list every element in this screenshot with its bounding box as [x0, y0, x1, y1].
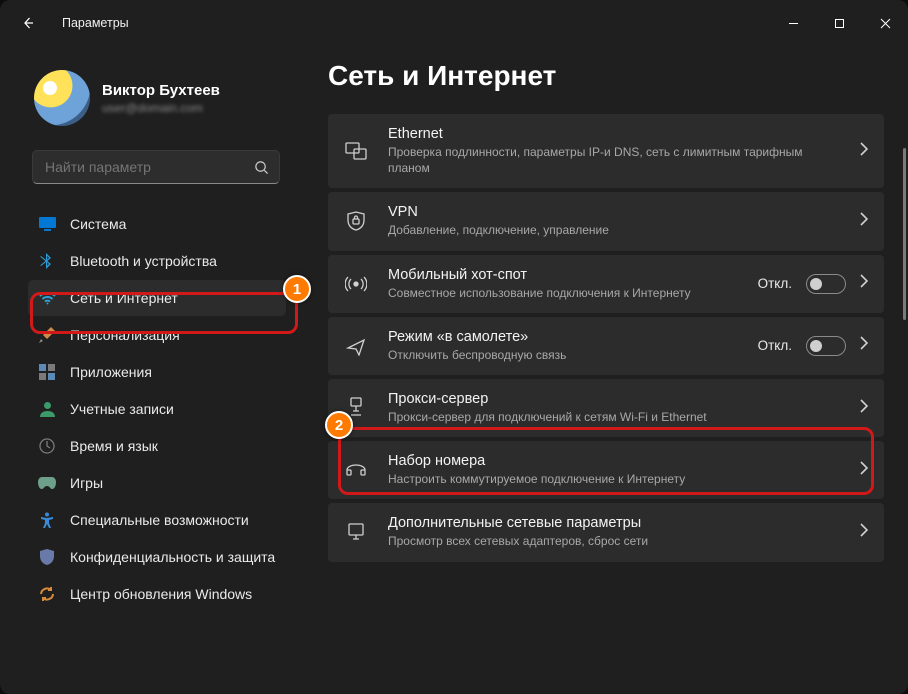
chevron-right-icon [860, 336, 868, 355]
card-subtitle: Совместное использование подключения к И… [388, 285, 740, 301]
sidebar-item-label: Bluetooth и устройства [70, 253, 217, 269]
arrow-left-icon [20, 15, 36, 31]
main-content: Сеть и Интернет Ethernet Проверка подлин… [300, 46, 908, 694]
sidebar-item-label: Время и язык [70, 438, 158, 454]
wifi-icon [38, 289, 56, 307]
sidebar-item-privacy[interactable]: Конфиденциальность и защита [28, 539, 286, 575]
card-title: Прокси-сервер [388, 391, 842, 407]
card-title: Набор номера [388, 453, 842, 469]
sidebar-item-label: Учетные записи [70, 401, 174, 417]
close-icon [880, 18, 891, 29]
sidebar-item-label: Система [70, 216, 126, 232]
sidebar-item-label: Конфиденциальность и защита [70, 549, 275, 565]
monitor-icon [38, 215, 56, 233]
chevron-right-icon [860, 142, 868, 161]
chevron-right-icon [860, 461, 868, 480]
card-title: Режим «в самолете» [388, 329, 740, 345]
ethernet-icon [342, 142, 370, 160]
card-title: Мобильный хот-спот [388, 267, 740, 283]
avatar [34, 70, 90, 126]
card-vpn[interactable]: VPN Добавление, подключение, управление [328, 192, 884, 250]
sidebar-item-windows-update[interactable]: Центр обновления Windows [28, 576, 286, 612]
search-icon [254, 160, 269, 175]
paintbrush-icon [38, 326, 56, 344]
person-icon [38, 400, 56, 418]
card-dialup[interactable]: Набор номера Настроить коммутируемое под… [328, 441, 884, 499]
maximize-icon [834, 18, 845, 29]
profile-name: Виктор Бухтеев [102, 82, 220, 99]
shield-lock-icon [342, 211, 370, 231]
sidebar: Виктор Бухтеев user@domain.com Система B… [0, 46, 300, 694]
chevron-right-icon [860, 274, 868, 293]
shield-icon [38, 548, 56, 566]
search-input[interactable] [45, 159, 254, 175]
sidebar-nav: Система Bluetooth и устройства Сеть и Ин… [0, 200, 300, 612]
minimize-button[interactable] [770, 7, 816, 39]
card-subtitle: Отключить беспроводную связь [388, 347, 740, 363]
clock-globe-icon [38, 437, 56, 455]
sidebar-item-personalization[interactable]: Персонализация [28, 317, 286, 353]
refresh-icon [38, 585, 56, 603]
page-title: Сеть и Интернет [328, 60, 884, 92]
advanced-network-icon [342, 522, 370, 542]
accessibility-icon [38, 511, 56, 529]
airplane-toggle[interactable] [806, 336, 846, 356]
toggle-label: Откл. [758, 338, 792, 353]
card-subtitle: Настроить коммутируемое подключение к Ин… [388, 471, 842, 487]
profile-block[interactable]: Виктор Бухтеев user@domain.com [0, 56, 300, 148]
card-title: Ethernet [388, 126, 842, 142]
sidebar-item-accounts[interactable]: Учетные записи [28, 391, 286, 427]
sidebar-item-label: Игры [70, 475, 103, 491]
sidebar-item-label: Центр обновления Windows [70, 586, 252, 602]
card-ethernet[interactable]: Ethernet Проверка подлинности, параметры… [328, 114, 884, 188]
sidebar-item-system[interactable]: Система [28, 206, 286, 242]
dialup-icon [342, 462, 370, 478]
sidebar-item-gaming[interactable]: Игры [28, 465, 286, 501]
card-subtitle: Просмотр всех сетевых адаптеров, сброс с… [388, 533, 842, 549]
window-caption-buttons [770, 7, 908, 39]
sidebar-item-time-language[interactable]: Время и язык [28, 428, 286, 464]
sidebar-item-label: Персонализация [70, 327, 180, 343]
proxy-icon [342, 397, 370, 419]
card-hotspot[interactable]: Мобильный хот-спот Совместное использова… [328, 255, 884, 313]
chevron-right-icon [860, 212, 868, 231]
close-button[interactable] [862, 7, 908, 39]
scrollbar-thumb[interactable] [903, 148, 906, 320]
card-airplane-mode[interactable]: Режим «в самолете» Отключить беспроводну… [328, 317, 884, 375]
card-advanced-network[interactable]: Дополнительные сетевые параметры Просмот… [328, 503, 884, 561]
gamepad-icon [38, 474, 56, 492]
card-title: VPN [388, 204, 842, 220]
hotspot-icon [342, 275, 370, 293]
sidebar-item-accessibility[interactable]: Специальные возможности [28, 502, 286, 538]
card-subtitle: Прокси-сервер для подключений к сетям Wi… [388, 409, 842, 425]
card-title: Дополнительные сетевые параметры [388, 515, 842, 531]
app-title: Параметры [62, 16, 129, 30]
sidebar-item-label: Сеть и Интернет [70, 290, 178, 306]
back-button[interactable] [12, 7, 44, 39]
card-subtitle: Проверка подлинности, параметры IP-и DNS… [388, 144, 842, 176]
sidebar-item-label: Приложения [70, 364, 152, 380]
titlebar: Параметры [0, 0, 908, 46]
minimize-icon [788, 18, 799, 29]
card-proxy[interactable]: Прокси-сервер Прокси-сервер для подключе… [328, 379, 884, 437]
airplane-icon [342, 336, 370, 356]
toggle-label: Откл. [758, 276, 792, 291]
bluetooth-icon [38, 252, 56, 270]
apps-icon [38, 363, 56, 381]
chevron-right-icon [860, 523, 868, 542]
sidebar-item-apps[interactable]: Приложения [28, 354, 286, 390]
chevron-right-icon [860, 399, 868, 418]
profile-email: user@domain.com [102, 101, 220, 115]
sidebar-item-network[interactable]: Сеть и Интернет [28, 280, 286, 316]
hotspot-toggle[interactable] [806, 274, 846, 294]
maximize-button[interactable] [816, 7, 862, 39]
sidebar-item-bluetooth[interactable]: Bluetooth и устройства [28, 243, 286, 279]
card-subtitle: Добавление, подключение, управление [388, 222, 842, 238]
sidebar-item-label: Специальные возможности [70, 512, 249, 528]
search-box[interactable] [32, 150, 280, 184]
